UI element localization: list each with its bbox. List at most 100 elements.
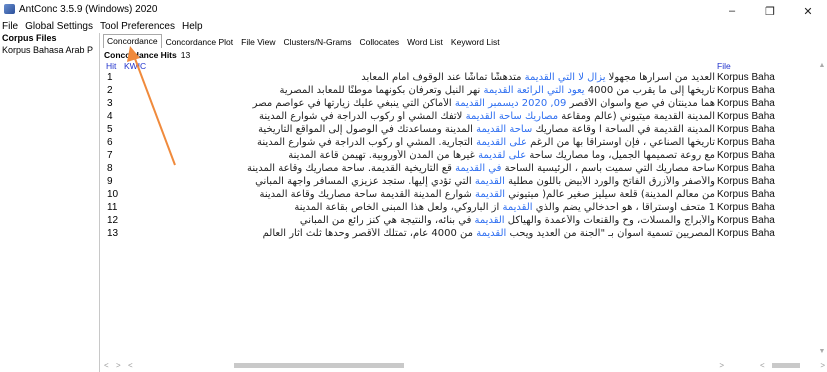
kwic-row[interactable]: 3 هما مدينتان في صع وأسوان الأقصر 09, 20… bbox=[104, 98, 818, 111]
menu-tool-preferences[interactable]: Tool Preferences bbox=[100, 21, 175, 32]
right-context: مع روعة تصميمها الجميل، وما مصاريك ساحة bbox=[529, 150, 715, 161]
menu-global-settings[interactable]: Global Settings bbox=[25, 21, 93, 32]
scroll-down-icon[interactable]: ▼ bbox=[817, 348, 827, 358]
kwic-row[interactable]: 12 والأبراج والمسلات، وح والقنعات والأعم… bbox=[104, 215, 818, 228]
app-icon bbox=[4, 4, 15, 14]
hit-number: 5 bbox=[107, 124, 113, 135]
kwic-line: ً1 متحف أوستراقا ، هو أحدخالي يضم والذي … bbox=[132, 202, 715, 213]
kwic-results: 1 العديد من أسرارها مجهولا يزال لا التي … bbox=[104, 72, 818, 355]
hit-number: 6 bbox=[107, 137, 113, 148]
horizontal-scrollbar-file[interactable]: < > bbox=[760, 361, 825, 370]
tab-word-list[interactable]: Word List bbox=[403, 35, 447, 48]
kwic-line: والأبراج والمسلات، وح والقنعات والأعمدة … bbox=[132, 215, 715, 226]
tab-clusters-ngrams[interactable]: Clusters/N-Grams bbox=[279, 35, 355, 48]
file-cell[interactable]: Korpus Baha bbox=[717, 111, 775, 122]
file-cell[interactable]: Korpus Baha bbox=[717, 228, 775, 239]
right-context: تاريخها الصناعي ، فإن أوستراقا بها من ال… bbox=[530, 137, 715, 148]
file-cell[interactable]: Korpus Baha bbox=[717, 72, 775, 83]
kwic-row[interactable]: 8 ساحة مصاريك التي سميت باسم ، الرئيسية … bbox=[104, 163, 818, 176]
kwic-row[interactable]: 2 تاريخها إلى ما يقرب من 4000 يعود التي … bbox=[104, 85, 818, 98]
file-cell[interactable]: Korpus Baha bbox=[717, 215, 775, 226]
right-context: ً1 متحف أوستراقا ، هو أحدخالي يضم والذي bbox=[535, 202, 715, 213]
keyword[interactable]: القديمة bbox=[502, 202, 532, 213]
keyword[interactable]: يزال لا التي القديمة bbox=[525, 72, 606, 83]
keyword[interactable]: 09, 2020 ديسمبر القديمة bbox=[455, 98, 566, 109]
keyword[interactable]: القديمة bbox=[475, 215, 505, 226]
column-header-file[interactable]: File bbox=[717, 61, 731, 71]
left-context: لاتفك المشي أو ركوب الدراجة في شوارع الم… bbox=[259, 111, 463, 122]
file-cell[interactable]: Korpus Baha bbox=[717, 202, 775, 213]
maximize-button[interactable]: ❐ bbox=[751, 0, 789, 22]
menu-help[interactable]: Help bbox=[182, 21, 203, 32]
keyword[interactable]: القديمة bbox=[475, 176, 505, 187]
hit-number: 12 bbox=[107, 215, 119, 226]
menu-file[interactable]: File bbox=[2, 21, 18, 32]
left-context: نهر النيل وتعرفان بكونهما موطنًا للمعابد… bbox=[279, 85, 481, 96]
keyword[interactable]: مصاريك ساحة القديمة bbox=[466, 111, 559, 122]
tab-file-view[interactable]: File View bbox=[237, 35, 279, 48]
scroll-left-icon[interactable]: < bbox=[104, 361, 109, 370]
kwic-line: العديد من أسرارها مجهولا يزال لا التي ال… bbox=[132, 72, 715, 83]
minimize-button[interactable]: – bbox=[713, 0, 751, 22]
tab-concordance[interactable]: Concordance bbox=[103, 34, 162, 48]
kwic-row[interactable]: 10 من معالم المدينة) قلعة سيليز صغير عال… bbox=[104, 189, 818, 202]
right-context: ساحة مصاريك التي سميت باسم ، الرئيسية ال… bbox=[504, 163, 715, 174]
corpus-files-title: Corpus Files bbox=[2, 33, 57, 43]
scroll-left-icon[interactable]: < bbox=[128, 361, 133, 370]
hit-number: 10 bbox=[107, 189, 119, 200]
keyword[interactable]: القديمة bbox=[476, 228, 506, 239]
left-context: في بنائه، والنتيجة هي كنز رائع من المبان… bbox=[299, 215, 472, 226]
keyword[interactable]: القديمة bbox=[475, 189, 505, 200]
file-cell[interactable]: Korpus Baha bbox=[717, 98, 775, 109]
corpus-file-item[interactable]: Korpus Bahasa Arab P bbox=[0, 44, 99, 56]
right-context: من معالم المدينة) قلعة سيليز صغير عالم( … bbox=[508, 189, 715, 200]
kwic-row[interactable]: 5 المدينة القديمة في الساحة ا وقاعة مصار… bbox=[104, 124, 818, 137]
file-cell[interactable]: Korpus Baha bbox=[717, 163, 775, 174]
hit-number: 2 bbox=[107, 85, 113, 96]
scroll-up-icon[interactable]: ▲ bbox=[817, 62, 827, 72]
kwic-row[interactable]: 9 والأصفر والأزرق الفاتح والورد الأبيض ب… bbox=[104, 176, 818, 189]
vertical-scrollbar[interactable]: ▲ ▼ bbox=[817, 62, 827, 358]
column-header-kwic[interactable]: KWIC bbox=[124, 61, 146, 71]
kwic-row[interactable]: 4 المدينة القديمة ميتيوني (عالم ومقاعة م… bbox=[104, 111, 818, 124]
keyword[interactable]: في القديمة bbox=[455, 163, 501, 174]
keyword[interactable]: ساحة القديمة bbox=[476, 124, 532, 135]
file-cell[interactable]: Korpus Baha bbox=[717, 137, 775, 148]
file-cell[interactable]: Korpus Baha bbox=[717, 124, 775, 135]
scroll-left-icon[interactable]: < bbox=[760, 361, 765, 370]
kwic-row[interactable]: 11 ً1 متحف أوستراقا ، هو أحدخالي يضم وال… bbox=[104, 202, 818, 215]
kwic-row[interactable]: 7 مع روعة تصميمها الجميل، وما مصاريك ساح… bbox=[104, 150, 818, 163]
file-cell[interactable]: Korpus Baha bbox=[717, 189, 775, 200]
scrollbar-thumb[interactable] bbox=[772, 363, 800, 368]
file-cell[interactable]: Korpus Baha bbox=[717, 85, 775, 96]
kwic-row[interactable]: 1 العديد من أسرارها مجهولا يزال لا التي … bbox=[104, 72, 818, 85]
hit-number: 1 bbox=[107, 72, 113, 83]
left-context: از الباروكي، ولعل هذا المبنى الخاص بقاعة… bbox=[294, 202, 500, 213]
tab-keyword-list[interactable]: Keyword List bbox=[447, 35, 504, 48]
kwic-row[interactable]: 13 المصريين تسمية أسوان بـ "الجنة من الع… bbox=[104, 228, 818, 241]
keyword[interactable]: على لقديمة bbox=[478, 150, 526, 161]
left-context: التجارية. المشي أو ركوب الدراجة في شوارع… bbox=[257, 137, 473, 148]
horizontal-scrollbar-kwic[interactable]: < > < > bbox=[104, 361, 724, 370]
left-context: الأماكن التي ينبغي عليك زيارتها في عواصم… bbox=[252, 98, 452, 109]
right-context: المصريين تسمية أسوان بـ "الجنة من العديد… bbox=[509, 228, 715, 239]
scroll-right-icon[interactable]: > bbox=[820, 361, 825, 370]
file-cell[interactable]: Korpus Baha bbox=[717, 150, 775, 161]
scrollbar-thumb[interactable] bbox=[234, 363, 404, 368]
scroll-right-icon[interactable]: > bbox=[116, 361, 121, 370]
hit-number: 4 bbox=[107, 111, 113, 122]
kwic-row[interactable]: 6 تاريخها الصناعي ، فإن أوستراقا بها من … bbox=[104, 137, 818, 150]
column-header-hit[interactable]: Hit bbox=[106, 61, 116, 71]
window-controls: – ❐ ✕ bbox=[713, 0, 827, 22]
scroll-right-icon[interactable]: > bbox=[719, 361, 724, 370]
file-cell[interactable]: Korpus Baha bbox=[717, 176, 775, 187]
close-button[interactable]: ✕ bbox=[789, 0, 827, 22]
left-context: المدينة ومساعدتك في الوصول إلى المواقع ا… bbox=[258, 124, 473, 135]
keyword[interactable]: على القديمة bbox=[476, 137, 527, 148]
kwic-line: هما مدينتان في صع وأسوان الأقصر 09, 2020… bbox=[132, 98, 715, 109]
tab-collocates[interactable]: Collocates bbox=[355, 35, 403, 48]
tab-concordance-plot[interactable]: Concordance Plot bbox=[162, 35, 238, 48]
hit-number: 9 bbox=[107, 176, 113, 187]
hit-number: 13 bbox=[107, 228, 119, 239]
keyword[interactable]: يعود التي الرائعة القديمة bbox=[484, 85, 585, 96]
